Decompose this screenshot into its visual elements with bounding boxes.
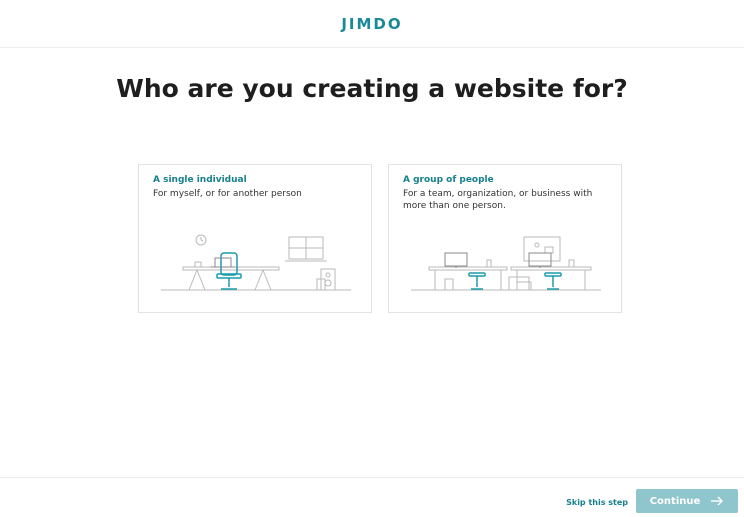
- skip-step-link[interactable]: Skip this step: [566, 498, 628, 507]
- option-card-single-individual[interactable]: A single individual For myself, or for a…: [138, 164, 372, 313]
- jimdo-logo[interactable]: JIMDO: [341, 15, 402, 33]
- continue-button[interactable]: Continue: [636, 489, 738, 513]
- arrow-right-icon: [711, 496, 724, 506]
- desks-group-illustration: [411, 236, 601, 291]
- page-title: Who are you creating a website for?: [116, 74, 628, 103]
- desk-single-person-illustration: [161, 234, 351, 291]
- footer-bar: Skip this step: [0, 477, 744, 517]
- option-card-group-of-people[interactable]: A group of people For a team, organizati…: [388, 164, 622, 313]
- continue-label: Continue: [649, 495, 701, 507]
- top-header: JIMDO: [0, 0, 744, 48]
